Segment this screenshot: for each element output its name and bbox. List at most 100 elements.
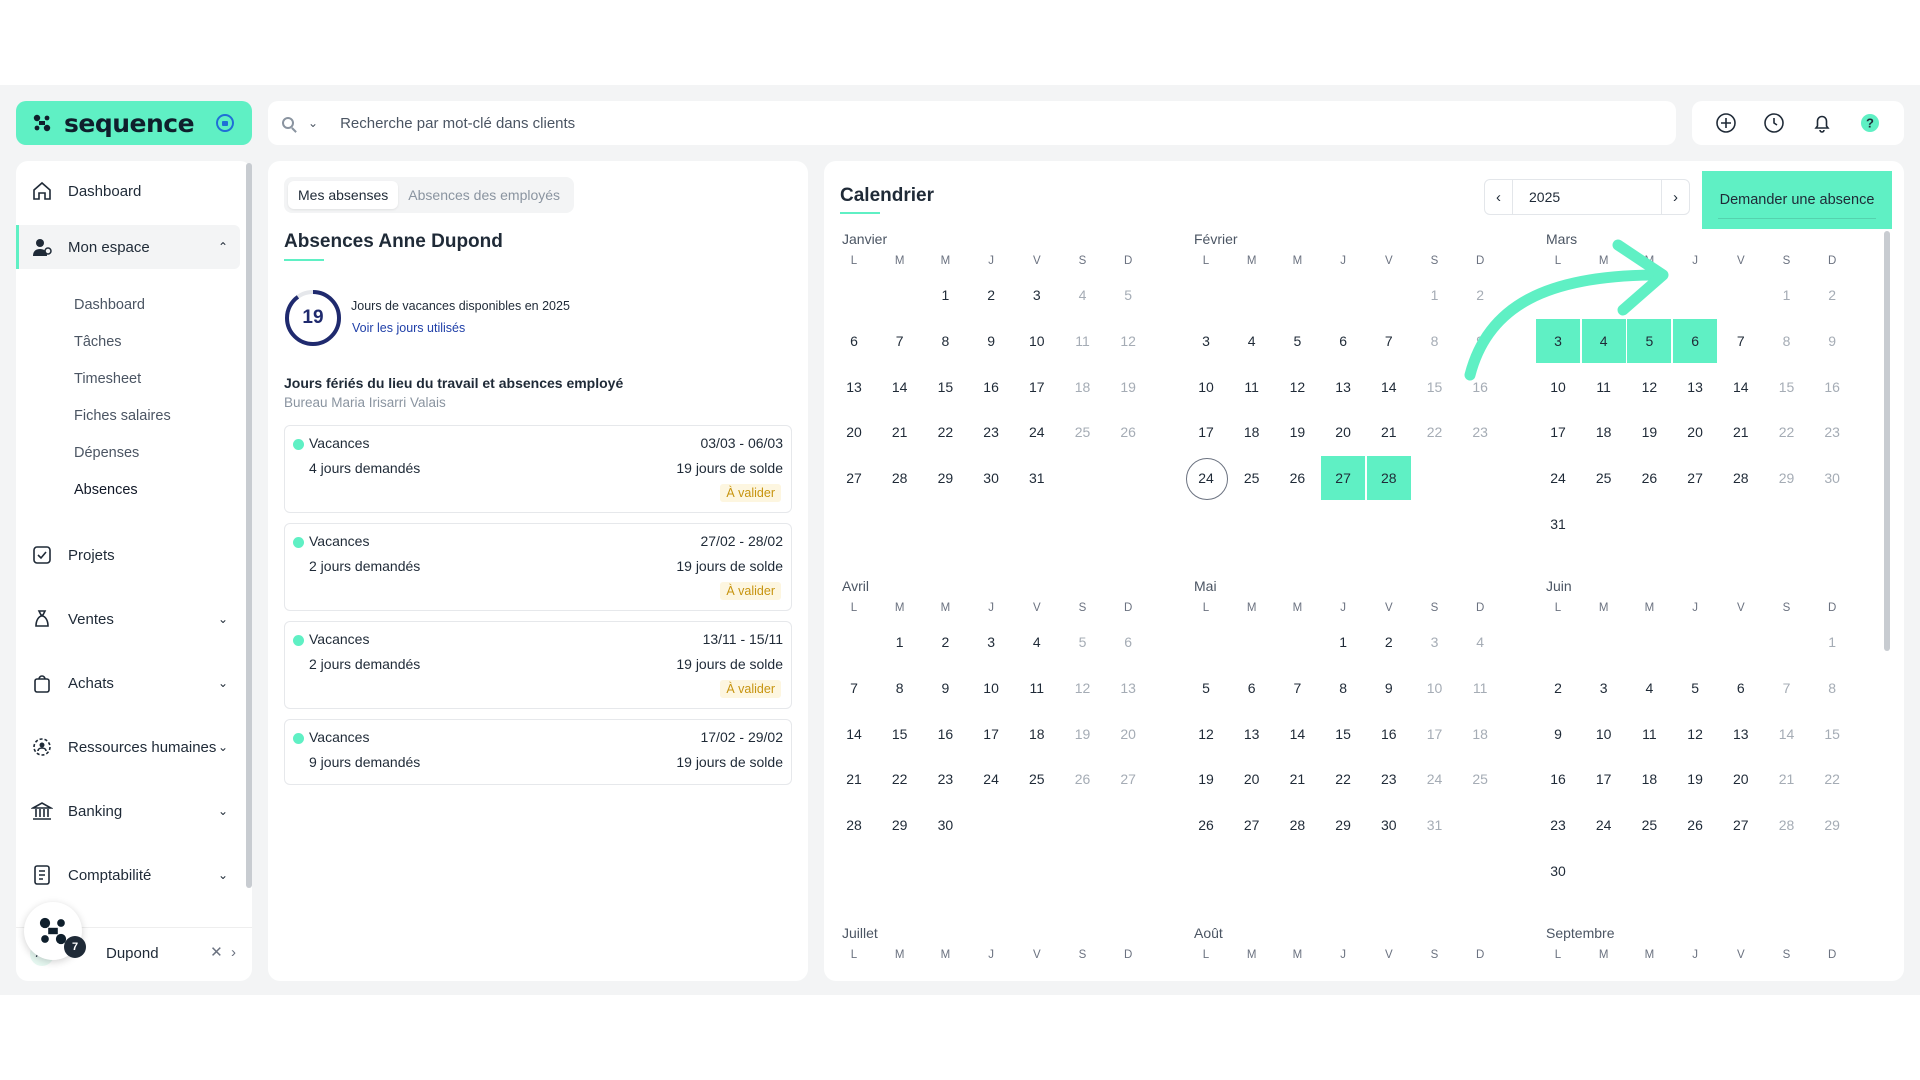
calendar-day[interactable]: 2: [1538, 668, 1578, 708]
calendar-day[interactable]: 15: [925, 367, 965, 407]
calendar-day[interactable]: 15: [1767, 367, 1807, 407]
subnav-taches[interactable]: Tâches: [74, 334, 122, 350]
calendar-day[interactable]: 23: [1460, 412, 1500, 452]
calendar-day[interactable]: 13: [834, 367, 874, 407]
calendar-day[interactable]: 16: [925, 714, 965, 754]
calendar-day[interactable]: 14: [880, 367, 920, 407]
calendar-day[interactable]: 11: [1460, 668, 1500, 708]
request-absence-button[interactable]: Demander une absence: [1702, 171, 1892, 229]
calendar-day[interactable]: 22: [1323, 759, 1363, 799]
chevron-right-icon[interactable]: ›: [231, 944, 236, 961]
chevron-down-icon[interactable]: ⌄: [218, 612, 228, 626]
calendar-day[interactable]: 14: [834, 714, 874, 754]
calendar-day[interactable]: 27: [1675, 458, 1715, 498]
calendar-day[interactable]: 10: [1415, 668, 1455, 708]
calendar-day[interactable]: 17: [1584, 759, 1624, 799]
calendar-day[interactable]: 10: [971, 668, 1011, 708]
sidebar-item-comptabilite[interactable]: Comptabilité ⌄: [16, 853, 240, 897]
calendar-day[interactable]: 6: [1108, 622, 1148, 662]
chevron-left-icon[interactable]: ‹: [1485, 180, 1513, 214]
calendar-day[interactable]: 28: [1721, 458, 1761, 498]
calendar-day[interactable]: 28: [834, 805, 874, 845]
calendar-day[interactable]: 25: [1584, 458, 1624, 498]
calendar-day[interactable]: 29: [1812, 805, 1852, 845]
calendar-day[interactable]: 13: [1323, 367, 1363, 407]
calendar-day[interactable]: 25: [1017, 759, 1057, 799]
calendar-day[interactable]: 3: [1584, 668, 1624, 708]
calendar-day[interactable]: 2: [925, 622, 965, 662]
calendar-day[interactable]: 21: [880, 412, 920, 452]
calendar-day[interactable]: 5: [1108, 275, 1148, 315]
calendar-day[interactable]: 21: [1369, 412, 1409, 452]
calendar-day[interactable]: 10: [1186, 367, 1226, 407]
bell-icon[interactable]: [1811, 112, 1833, 134]
calendar-day[interactable]: 4: [1232, 321, 1272, 361]
absence-item[interactable]: Vacances 9 jours demandés 17/02 - 29/02 …: [284, 719, 792, 785]
calendar-day[interactable]: 19: [1108, 367, 1148, 407]
calendar-day[interactable]: 20: [1232, 759, 1272, 799]
calendar-day[interactable]: 3: [1017, 275, 1057, 315]
clock-icon[interactable]: [1763, 112, 1785, 134]
calendar-day[interactable]: 11: [1629, 714, 1669, 754]
subnav-fiches-salaires[interactable]: Fiches salaires: [74, 408, 171, 424]
calendar-day[interactable]: 29: [925, 458, 965, 498]
calendar-day[interactable]: 24: [971, 759, 1011, 799]
calendar-day[interactable]: 19: [1063, 714, 1103, 754]
sidebar-item-dashboard[interactable]: Dashboard: [16, 169, 240, 213]
chevron-down-icon[interactable]: ⌄: [218, 804, 228, 818]
sidebar-item-ressources-humaines[interactable]: Ressources humaines ⌄: [16, 725, 240, 769]
calendar-day[interactable]: 11: [1232, 367, 1272, 407]
calendar-day[interactable]: 29: [880, 805, 920, 845]
calendar-day[interactable]: 15: [1415, 367, 1455, 407]
calendar-day[interactable]: 4: [1063, 275, 1103, 315]
calendar-day[interactable]: 22: [925, 412, 965, 452]
calendar-day[interactable]: 9: [1812, 321, 1852, 361]
calendar-day[interactable]: 8: [880, 668, 920, 708]
calendar-day[interactable]: 23: [971, 412, 1011, 452]
calendar-day[interactable]: 24: [1584, 805, 1624, 845]
calendar-day[interactable]: 28: [1767, 805, 1807, 845]
calendar-day[interactable]: 31: [1415, 805, 1455, 845]
calendar-day[interactable]: 17: [1017, 367, 1057, 407]
calendar-day[interactable]: 19: [1629, 412, 1669, 452]
sidebar-item-banking[interactable]: Banking ⌄: [16, 789, 240, 833]
calendar-day[interactable]: 17: [1415, 714, 1455, 754]
calendar-day[interactable]: 16: [1538, 759, 1578, 799]
calendar-day[interactable]: 8: [925, 321, 965, 361]
calendar-day[interactable]: 24: [1415, 759, 1455, 799]
calendar-day[interactable]: 23: [1369, 759, 1409, 799]
calendar-day[interactable]: 20: [834, 412, 874, 452]
calendar-day[interactable]: 7: [880, 321, 920, 361]
help-icon[interactable]: ?: [1859, 112, 1881, 134]
plus-circle-icon[interactable]: [1715, 112, 1737, 134]
calendar-day[interactable]: 6: [834, 321, 874, 361]
calendar-day[interactable]: 8: [1323, 668, 1363, 708]
calendar-day[interactable]: 20: [1721, 759, 1761, 799]
calendar-day[interactable]: 23: [1538, 805, 1578, 845]
calendar-day[interactable]: 30: [1812, 458, 1852, 498]
calendar-day[interactable]: 5: [1277, 321, 1317, 361]
calendar-day[interactable]: 6: [1721, 668, 1761, 708]
calendar-day[interactable]: 7: [834, 668, 874, 708]
calendar-day[interactable]: 18: [1063, 367, 1103, 407]
calendar-day[interactable]: 11: [1017, 668, 1057, 708]
calendar-day[interactable]: 7: [1369, 321, 1409, 361]
calendar-day[interactable]: 7: [1277, 668, 1317, 708]
subnav-dashboard[interactable]: Dashboard: [74, 297, 145, 313]
calendar-day[interactable]: 16: [1812, 367, 1852, 407]
calendar-day[interactable]: 30: [925, 805, 965, 845]
calendar-day[interactable]: 7: [1767, 668, 1807, 708]
calendar-day[interactable]: 16: [1369, 714, 1409, 754]
calendar-day[interactable]: 2: [971, 275, 1011, 315]
calendar-day[interactable]: 22: [1767, 412, 1807, 452]
subnav-depenses[interactable]: Dépenses: [74, 445, 139, 461]
calendar-day[interactable]: 22: [1415, 412, 1455, 452]
calendar-day[interactable]: 15: [1323, 714, 1363, 754]
calendar-day[interactable]: 17: [1186, 412, 1226, 452]
chevron-up-icon[interactable]: ⌃: [218, 240, 228, 254]
calendar-day[interactable]: 6: [1232, 668, 1272, 708]
calendar-day[interactable]: 12: [1277, 367, 1317, 407]
calendar-day[interactable]: 22: [880, 759, 920, 799]
calendar-day[interactable]: 25: [1629, 805, 1669, 845]
calendar-day[interactable]: 26: [1629, 458, 1669, 498]
